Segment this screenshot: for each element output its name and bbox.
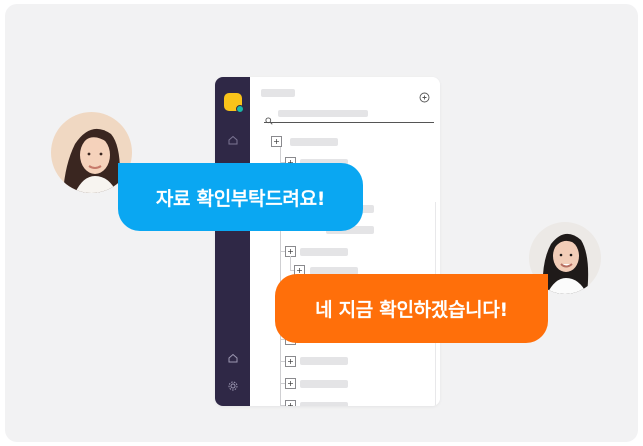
app-main-panel: + + + + + + + + xyxy=(250,77,440,406)
tree-connector xyxy=(290,256,291,270)
tree-expander[interactable]: + xyxy=(271,136,282,147)
tree-expander[interactable]: + xyxy=(285,400,296,406)
tree-node-label xyxy=(300,402,348,406)
tree-node-label xyxy=(300,380,348,388)
gear-icon[interactable] xyxy=(226,379,239,392)
tree-expander[interactable]: + xyxy=(285,356,296,367)
tree-node-label xyxy=(290,138,338,146)
tree-node-label xyxy=(300,357,348,365)
compose-icon[interactable] xyxy=(419,88,430,103)
home-icon[interactable] xyxy=(226,133,239,146)
status-dot xyxy=(236,105,244,113)
chat-bubble-reply: 네 지금 확인하겠습니다! xyxy=(275,274,548,343)
search-placeholder xyxy=(278,110,368,117)
home-icon[interactable] xyxy=(226,351,239,364)
messenger-window: + + + + + + + + xyxy=(215,77,440,406)
chat-bubble-request: 자료 확인부탁드려요! xyxy=(118,163,363,231)
panel-title-placeholder xyxy=(261,89,295,97)
tree-node-label xyxy=(300,248,348,256)
search-icon xyxy=(265,110,273,125)
search-input[interactable] xyxy=(264,107,434,125)
tree-expander[interactable]: + xyxy=(285,378,296,389)
app-sidebar xyxy=(215,77,250,406)
